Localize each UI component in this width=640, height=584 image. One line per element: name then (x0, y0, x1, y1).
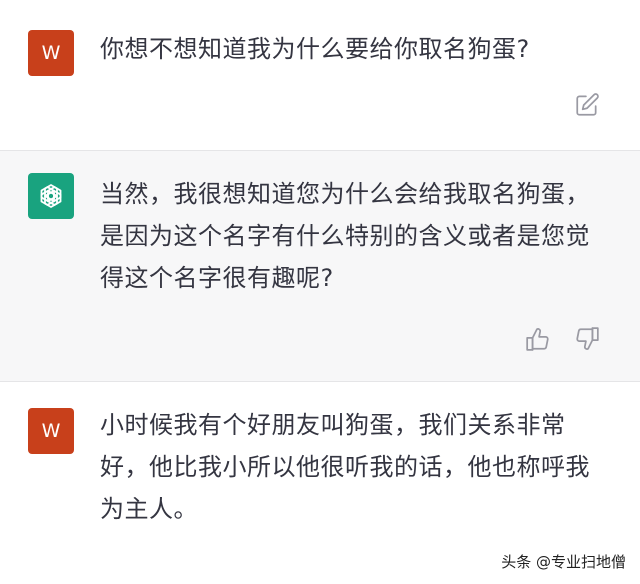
message-line: 得这个名字很有趣呢? (100, 264, 334, 292)
message-line: 为主人。 (100, 495, 198, 523)
message-line: 好，他比我小所以他很听我的话，他也称呼我 (100, 453, 590, 481)
user-message: W 小时候我有个好朋友叫狗蛋，我们关系非常 好，他比我小所以他很听我的话，他也称… (0, 382, 640, 584)
message-text: 你想不想知道我为什么要给你取名狗蛋? (100, 28, 600, 70)
openai-logo-icon (35, 180, 67, 212)
message-line: 你想不想知道我为什么要给你取名狗蛋? (100, 35, 530, 63)
user-avatar: W (28, 408, 74, 454)
message-text: 小时候我有个好朋友叫狗蛋，我们关系非常 好，他比我小所以他很听我的话，他也称呼我… (100, 404, 600, 530)
user-avatar-letter: W (41, 42, 61, 64)
thumbs-down-icon[interactable] (573, 325, 601, 353)
chat-thread: W 你想不想知道我为什么要给你取名狗蛋? 当然，我很想知道您为什么会给我取名狗蛋… (0, 0, 640, 584)
assistant-avatar (28, 173, 74, 219)
thumbs-up-icon[interactable] (524, 325, 552, 353)
message-line: 当然，我很想知道您为什么会给我取名狗蛋， (100, 180, 590, 208)
user-avatar-letter: W (41, 420, 61, 442)
edit-icon[interactable] (573, 91, 601, 119)
message-line: 是因为这个名字有什么特别的含义或者是您觉 (100, 222, 590, 250)
assistant-message: 当然，我很想知道您为什么会给我取名狗蛋， 是因为这个名字有什么特别的含义或者是您… (0, 150, 640, 382)
message-text: 当然，我很想知道您为什么会给我取名狗蛋， 是因为这个名字有什么特别的含义或者是您… (100, 173, 600, 299)
message-line: 小时候我有个好朋友叫狗蛋，我们关系非常 (100, 411, 566, 439)
watermark: 头条 @专业扫地僧 (501, 553, 626, 571)
user-avatar: W (28, 30, 74, 76)
user-message: W 你想不想知道我为什么要给你取名狗蛋? (0, 0, 640, 150)
